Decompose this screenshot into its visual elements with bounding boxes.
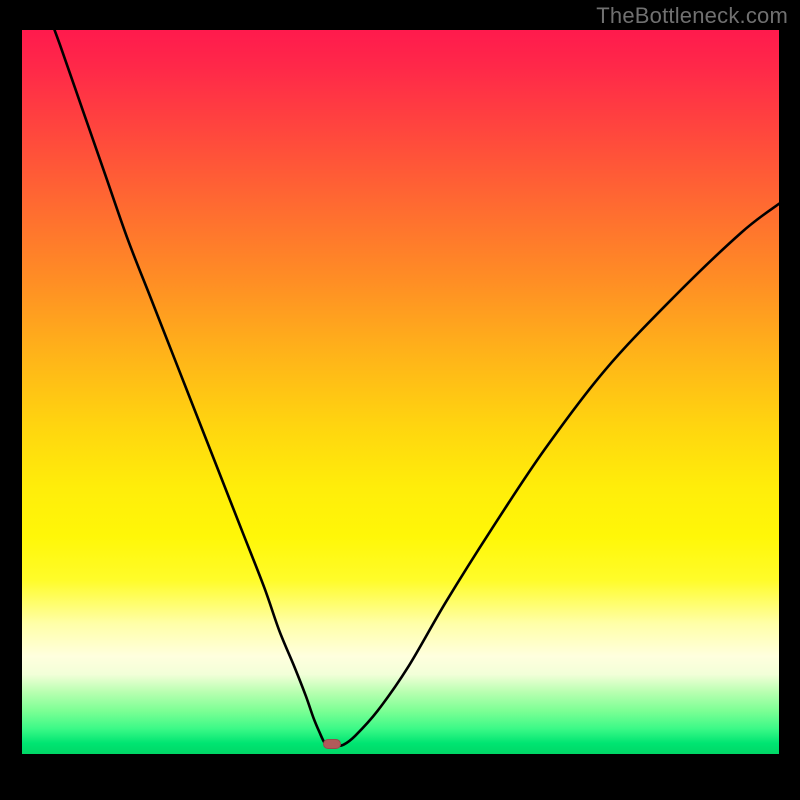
plot-area [22, 30, 779, 754]
chart-frame: TheBottleneck.com [0, 0, 800, 800]
optimal-point-marker [323, 739, 341, 749]
watermark-text: TheBottleneck.com [596, 3, 788, 29]
background-gradient [22, 30, 779, 754]
